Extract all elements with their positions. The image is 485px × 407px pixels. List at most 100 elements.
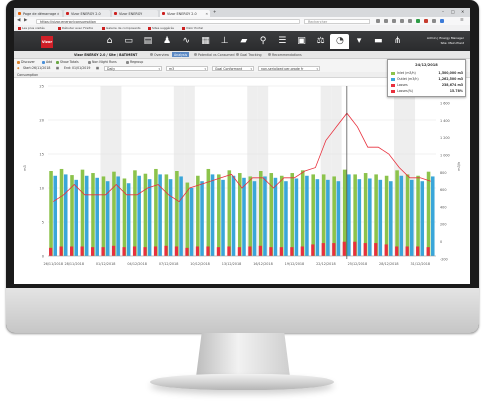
close-tab-icon[interactable]: ✕ xyxy=(205,12,208,16)
share-icon[interactable]: ⋔ xyxy=(388,34,407,49)
extension-icon[interactable] xyxy=(424,19,428,23)
url-field[interactable]: https://vizor.energy/consumption xyxy=(36,18,300,24)
bell-icon[interactable]: ♟ xyxy=(158,34,177,49)
outlet-bar xyxy=(326,179,330,256)
outlet-bar xyxy=(200,181,204,256)
gauge-icon[interactable]: ◔ xyxy=(330,34,350,49)
losses-bar xyxy=(174,246,179,256)
outlet-bar xyxy=(420,181,425,256)
inlet-bar xyxy=(426,171,431,256)
losses-bar xyxy=(248,246,252,256)
inlet-bar xyxy=(300,170,305,256)
tab-goal-tracking[interactable]: Goal Tracking xyxy=(236,52,262,57)
outlet-bar xyxy=(305,175,309,256)
home-browser-icon[interactable] xyxy=(400,19,404,23)
forward-icon[interactable]: ▶ xyxy=(24,18,27,23)
filter-icon[interactable]: ▾ xyxy=(350,34,369,49)
reading-list-icon[interactable] xyxy=(384,19,388,23)
losses-bar xyxy=(374,243,378,256)
losses-bar xyxy=(332,243,336,256)
truck-icon[interactable]: ▰ xyxy=(234,34,253,49)
y-right-tick-label: 1 600 xyxy=(440,102,450,106)
browser-tab-active[interactable]: Vizor ENERGY 2.0 ✕ xyxy=(160,10,210,17)
network-icon[interactable]: ⊥ xyxy=(215,34,234,49)
meter-select[interactable]: non-serialized per-grade fr xyxy=(258,66,320,71)
monitor-icon[interactable]: ▭ xyxy=(119,34,138,49)
inlet-bar xyxy=(122,178,127,256)
vizor-icon xyxy=(114,12,117,15)
chat-icon[interactable]: ▬ xyxy=(369,34,388,49)
browser-tab[interactable]: Vizor ENERGY xyxy=(112,10,158,17)
losses-bar xyxy=(122,247,126,256)
new-tab-icon[interactable]: + xyxy=(213,9,216,14)
calendar-icon[interactable]: ▦ xyxy=(56,66,59,70)
extension-icon[interactable] xyxy=(432,19,436,23)
pin-icon[interactable]: ⚲ xyxy=(254,34,273,49)
minimize-icon[interactable]: – xyxy=(442,9,444,14)
end-label: End: xyxy=(64,66,72,70)
home-icon[interactable]: ⌂ xyxy=(100,34,119,49)
bookmark-item[interactable]: Les plus visités xyxy=(18,26,45,30)
browser-tab[interactable]: Page de démarrage de Firefox xyxy=(16,10,62,17)
bookmark-item[interactable]: Vizor Portal xyxy=(182,26,203,30)
losses-bar xyxy=(206,246,210,256)
browser-search-field[interactable]: Rechercher xyxy=(304,18,370,24)
user-info[interactable]: Admin | Energy Manager Site: Main Plant xyxy=(427,36,464,45)
back-icon[interactable]: ◀ xyxy=(17,18,20,23)
inlet-bar xyxy=(49,171,53,256)
start-label: Start: xyxy=(23,66,32,70)
bookmark-item[interactable]: Sites suggérés xyxy=(148,26,174,30)
maximize-icon[interactable]: □ xyxy=(451,9,455,14)
y-right-tick-label: 0 xyxy=(440,240,442,244)
inlet-bar xyxy=(175,171,179,256)
breadcrumb: Vizor ENERGY 2.0 / Site / BATIMENT xyxy=(74,52,138,57)
tab-recommendations[interactable]: Recommendations xyxy=(268,52,302,57)
balance-icon[interactable]: ⚖ xyxy=(311,34,330,49)
grid-icon[interactable]: ▦ xyxy=(196,34,215,49)
list-icon[interactable]: ☰ xyxy=(273,34,292,49)
outlet-bar xyxy=(189,188,194,256)
add-button[interactable]: Add xyxy=(42,60,52,64)
granularity-select[interactable]: Daily xyxy=(104,66,162,71)
consumption-chart[interactable]: 0510152025-20002004006008001 0001 2001 4… xyxy=(14,78,470,284)
close-window-icon[interactable]: ✕ xyxy=(461,9,464,14)
losses-bar xyxy=(153,246,158,256)
browser-tab[interactable]: Vizor ENERGY 2.0 xyxy=(64,10,110,17)
legend-swatch xyxy=(391,77,395,81)
vizor-logo: Vizor xyxy=(41,36,53,48)
x-tick-label: 26/11/2018 xyxy=(43,262,63,266)
pocket-icon[interactable] xyxy=(408,19,412,23)
unit-select[interactable]: m3 xyxy=(166,66,208,71)
inlet-bar xyxy=(185,182,190,256)
start-date[interactable]: 26/11/2018 xyxy=(32,66,50,70)
x-tick-label: 25/12/2018 xyxy=(348,262,368,266)
regroup-button[interactable]: Regroup xyxy=(126,60,143,64)
bookmark-item[interactable]: Débuter avec Firefox xyxy=(58,26,93,30)
tab-overview[interactable]: Overview xyxy=(150,52,169,57)
end-date[interactable]: 01/01/2019 xyxy=(72,66,90,70)
tab-analysis[interactable]: Analysis xyxy=(172,52,190,57)
extension-icon[interactable] xyxy=(440,19,444,23)
y-right-axis-label: m3/h xyxy=(457,162,461,171)
download-icon[interactable] xyxy=(392,19,396,23)
doc-icon[interactable]: ▣ xyxy=(292,34,311,49)
y-right-tick-label: 1 000 xyxy=(440,154,450,158)
y-left-tick-label: 15 xyxy=(39,152,44,156)
outlet-bar xyxy=(242,177,246,256)
calendar-icon[interactable]: ▦ xyxy=(96,66,99,70)
show-totals-button[interactable]: Show Totals xyxy=(56,60,79,64)
y-left-axis-label: m3 xyxy=(23,165,27,171)
discover-button[interactable]: Discover xyxy=(17,60,35,64)
menu-icon[interactable]: ≡ xyxy=(460,18,464,23)
bookmark-star-icon[interactable] xyxy=(376,19,380,23)
x-tick-label: 19/12/2018 xyxy=(285,262,305,266)
pulse-icon[interactable]: ∿ xyxy=(177,34,196,49)
non-night-runs-button[interactable]: Non Night Runs xyxy=(88,60,117,64)
extension-icon[interactable] xyxy=(416,19,420,23)
bookmark-item[interactable]: Galerie de composants xyxy=(102,26,141,30)
factory-icon[interactable]: ▤ xyxy=(138,34,157,49)
tab-potential[interactable]: Potential vs Consumed xyxy=(194,52,235,57)
mode-select[interactable]: Goal Conformant xyxy=(212,66,254,71)
losses-bar xyxy=(216,247,221,256)
y-right-tick-label: 400 xyxy=(440,205,446,209)
